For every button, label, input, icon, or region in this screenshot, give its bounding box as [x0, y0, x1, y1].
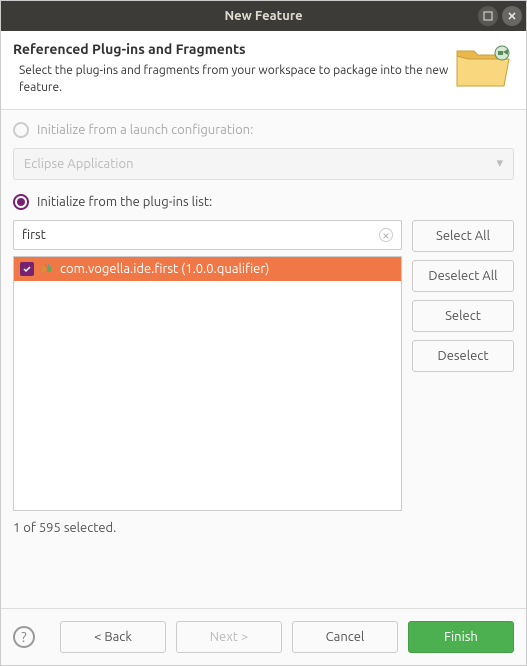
- wizard-footer: ? < Back Next > Cancel Finish: [1, 608, 526, 665]
- radio-button-plugins[interactable]: [13, 194, 29, 210]
- next-button: Next >: [176, 621, 282, 653]
- checkbox[interactable]: [20, 262, 34, 276]
- deselect-all-button[interactable]: Deselect All: [412, 260, 514, 292]
- radio-label-launch: Initialize from a launch configuration:: [37, 123, 253, 137]
- finish-button[interactable]: Finish: [408, 621, 514, 653]
- close-button[interactable]: [502, 6, 522, 26]
- radio-label-plugins: Initialize from the plug-ins list:: [37, 195, 212, 209]
- radio-plugins-list[interactable]: Initialize from the plug-ins list:: [13, 194, 514, 210]
- wizard-content: Initialize from a launch configuration: …: [1, 110, 526, 608]
- plugin-icon: [40, 262, 54, 276]
- back-button[interactable]: < Back: [60, 621, 166, 653]
- cancel-button[interactable]: Cancel: [292, 621, 398, 653]
- deselect-button[interactable]: Deselect: [412, 340, 514, 372]
- radio-launch-config: Initialize from a launch configuration:: [13, 122, 514, 138]
- titlebar: New Feature: [1, 1, 526, 31]
- chevron-down-icon: ▾: [496, 156, 503, 171]
- select-button[interactable]: Select: [412, 300, 514, 332]
- radio-button-launch: [13, 122, 29, 138]
- help-button[interactable]: ?: [13, 626, 35, 648]
- filter-input[interactable]: [22, 228, 379, 242]
- clear-filter-icon[interactable]: ×: [379, 228, 393, 242]
- window-title: New Feature: [224, 9, 302, 23]
- folder-icon: [454, 41, 514, 91]
- plugins-list[interactable]: com.vogella.ide.first (1.0.0.qualifier): [13, 256, 402, 511]
- launch-config-combo: Eclipse Application ▾: [13, 148, 514, 180]
- maximize-button[interactable]: [478, 6, 498, 26]
- filter-box[interactable]: ×: [13, 220, 402, 250]
- wizard-header: Referenced Plug-ins and Fragments Select…: [1, 31, 526, 110]
- list-item-label: com.vogella.ide.first (1.0.0.qualifier): [60, 262, 269, 276]
- select-all-button[interactable]: Select All: [412, 220, 514, 252]
- titlebar-buttons: [478, 6, 522, 26]
- selection-status: 1 of 595 selected.: [13, 521, 402, 535]
- list-item[interactable]: com.vogella.ide.first (1.0.0.qualifier): [14, 257, 401, 281]
- page-title: Referenced Plug-ins and Fragments: [13, 41, 454, 57]
- page-description: Select the plug-ins and fragments from y…: [13, 63, 454, 97]
- combo-placeholder: Eclipse Application: [24, 157, 134, 171]
